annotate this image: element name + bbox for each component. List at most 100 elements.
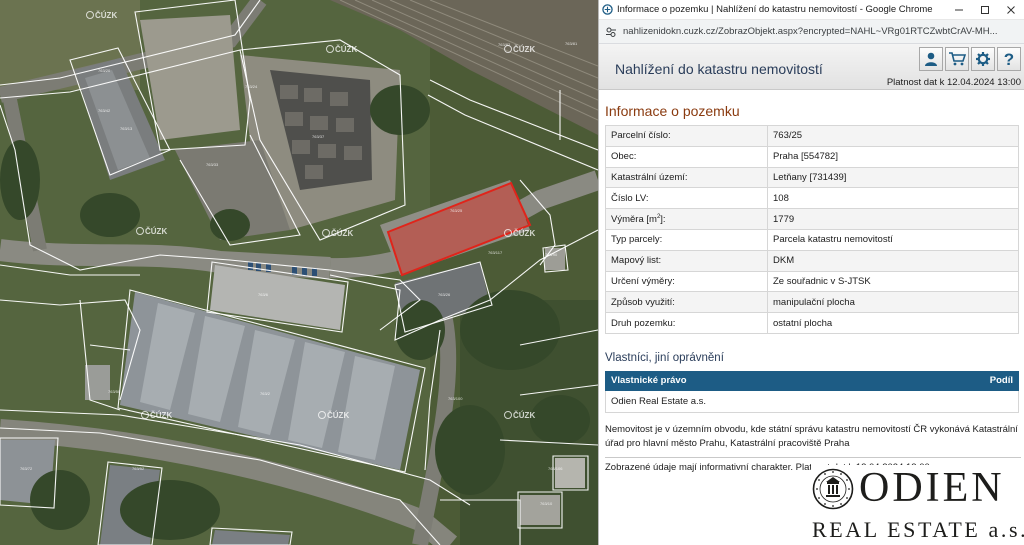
address-bar[interactable]: nahlizenidokn.cuzk.cz/ZobrazObjekt.aspx?… [599,20,1024,44]
svg-text:763/117: 763/117 [488,250,503,255]
minimize-icon [955,9,963,10]
row-label: Výměra [m2]: [605,208,768,230]
parcel-info-table: Parcelní číslo: 763/25 Obec: Praha [5547… [605,125,1019,334]
svg-text:763/100: 763/100 [448,396,463,401]
help-icon: ? [1003,49,1015,69]
svg-text:763/90: 763/90 [545,252,558,257]
gear-icon [976,52,990,66]
row-label: Způsob využití: [605,291,768,314]
table-row: Katastrální území: Letňany [731439] [605,166,1019,189]
url-text[interactable]: nahlizenidokn.cuzk.cz/ZobrazObjekt.aspx?… [623,26,998,37]
row-value: 763/25 [767,125,1019,147]
row-value[interactable]: Letňany [731439] [767,166,1019,189]
row-value: Ze souřadnic v S-JTSK [767,270,1019,293]
table-row: Mapový list: DKM [605,249,1019,272]
window-title: Informace o pozemku | Nahlížení do katas… [617,4,933,15]
watermark-text: ČÚZK [513,411,535,420]
watermark-text: ČÚZK [513,45,535,54]
svg-text:763/33: 763/33 [206,162,219,167]
row-value[interactable]: Praha [554782] [767,145,1019,168]
header-toolbar: ? [919,47,1021,71]
row-value: manipulační plocha [767,291,1019,314]
owner-row: Odien Real Estate a.s. [605,389,1019,413]
close-button[interactable] [998,0,1024,20]
svg-text:763/13: 763/13 [120,126,133,131]
watermark-text: ČÚZK [335,45,357,54]
close-icon [1007,5,1015,14]
cart-button[interactable] [945,47,969,71]
svg-text:763/50: 763/50 [108,389,121,394]
table-row: Číslo LV: 108 [605,187,1019,210]
minimize-button[interactable] [946,0,972,20]
watermark-text: ČÚZK [513,229,535,238]
help-button[interactable]: ? [997,47,1021,71]
svg-text:763/26: 763/26 [438,292,451,297]
watermark-text: ČÚZK [331,229,353,238]
svg-text:763/20: 763/20 [98,68,111,73]
owners-table: Vlastnické právo Podíl Odien Real Estate… [605,370,1020,413]
maximize-icon [981,5,989,14]
logo-name: ODIEN [859,465,1005,511]
table-row: Parcelní číslo: 763/25 [605,125,1019,147]
jurisdiction-note: Nemovitost je v územním obvodu, kde stát… [605,423,1018,449]
row-label: Parcelní číslo: [605,125,768,147]
table-row: Způsob využití: manipulační plocha [605,291,1019,314]
svg-text:763/72: 763/72 [20,466,33,471]
svg-text:763/82: 763/82 [498,42,511,47]
svg-text:763/10: 763/10 [540,501,553,506]
window-titlebar[interactable]: Informace o pozemku | Nahlížení do katas… [599,0,1024,20]
person-icon [925,52,937,66]
row-label: Katastrální území: [605,166,768,189]
area-label-main: Výměra [m [611,213,657,225]
cart-icon [949,52,966,66]
table-row: Druh pozemku: ostatní plocha [605,312,1019,334]
owner-name[interactable]: Odien Real Estate a.s. [605,389,1019,413]
watermark-text: ČÚZK [145,227,167,236]
svg-text:763/24: 763/24 [245,84,258,89]
table-row: Obec: Praha [554782] [605,145,1019,168]
browser-window: Informace o pozemku | Nahlížení do katas… [598,0,1024,545]
row-value: DKM [767,249,1019,272]
ownership-type-header: Vlastnické právo [605,370,902,391]
row-label: Typ parcely: [605,228,768,251]
odien-logo: ODIEN REAL ESTATE a.s. [811,465,1024,545]
table-row: Určení výměry: Ze souřadnic v S-JTSK [605,270,1019,293]
settings-button[interactable] [971,47,995,71]
row-value[interactable]: 108 [767,187,1019,210]
watermark-text: ČÚZK [95,11,117,20]
svg-text:763/42: 763/42 [98,108,111,113]
page-content: Informace o pozemku Parcelní číslo: 763/… [599,103,1024,473]
row-label: Obec: [605,145,768,168]
aerial-map-canvas: 763/42 763/13 763/20 763/24 763/37 763/33 7… [0,0,598,545]
svg-text:763/2: 763/2 [260,391,271,396]
user-button[interactable] [919,47,943,71]
maximize-button[interactable] [972,0,998,20]
row-label: Určení výměry: [605,270,768,293]
svg-text:763/25: 763/25 [450,208,463,213]
row-label: Druh pozemku: [605,312,768,334]
app-header: Nahlížení do katastru nemovitostí ? Plat… [599,44,1024,90]
app-title[interactable]: Nahlížení do katastru nemovitostí [615,61,823,77]
table-row: Výměra [m2]: 1779 [605,208,1019,230]
row-value: Parcela katastru nemovitostí [767,228,1019,251]
svg-text:763/37: 763/37 [312,134,325,139]
svg-text:763/6: 763/6 [258,292,269,297]
site-info-icon[interactable] [605,26,617,38]
divider [605,456,1021,458]
owners-header-row: Vlastnické právo Podíl [605,370,1020,391]
table-row: Typ parcely: Parcela katastru nemovitost… [605,228,1019,251]
row-label: Číslo LV: [605,187,768,210]
svg-text:763/106: 763/106 [548,466,563,471]
row-value: 1779 [767,208,1019,230]
logo-subtitle: REAL ESTATE a.s. [812,517,1024,542]
share-header: Podíl [900,370,1020,391]
area-label-end: ]: [660,213,666,225]
owners-section-title: Vlastníci, jiní oprávnění [605,351,724,364]
row-label: Mapový list: [605,249,768,272]
cadastral-map[interactable]: 763/42 763/13 763/20 763/24 763/37 763/33 7… [0,0,598,545]
parcel-section-title: Informace o pozemku [605,103,740,119]
watermark-text: ČÚZK [327,411,349,420]
odien-seal-icon [812,468,854,510]
watermark-text: ČÚZK [150,411,172,420]
row-value: ostatní plocha [767,312,1019,334]
